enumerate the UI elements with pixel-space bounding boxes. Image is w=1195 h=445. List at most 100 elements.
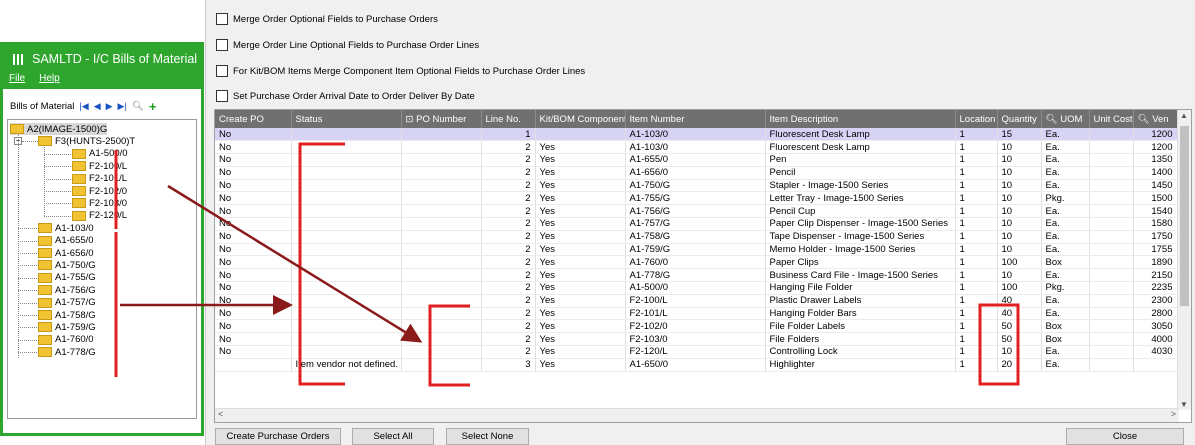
col-unit-cost[interactable]: Unit Cost bbox=[1089, 110, 1134, 128]
table-cell[interactable]: F2-100/L bbox=[625, 294, 766, 308]
table-cell[interactable]: No bbox=[215, 281, 292, 295]
table-cell[interactable]: 2 bbox=[481, 281, 536, 295]
table-cell[interactable]: 2 bbox=[481, 268, 536, 283]
table-row[interactable]: No 2 Yes A1-750/G Stapler - Image-1500 Serie… bbox=[215, 179, 1178, 193]
tree-node[interactable]: F2-103/0 bbox=[72, 197, 127, 209]
table-cell[interactable]: Ea. bbox=[1041, 166, 1090, 180]
table-cell[interactable] bbox=[291, 166, 402, 180]
table-cell[interactable] bbox=[401, 204, 482, 219]
checkbox[interactable] bbox=[216, 90, 228, 102]
table-cell[interactable]: A1-103/0 bbox=[625, 140, 766, 155]
table-cell[interactable]: File Folders bbox=[765, 332, 956, 347]
table-cell[interactable]: Ea. bbox=[1041, 268, 1090, 283]
menu-file[interactable]: File bbox=[9, 73, 25, 89]
scroll-up-icon[interactable]: ▲ bbox=[1180, 111, 1188, 120]
table-cell[interactable]: Box bbox=[1041, 255, 1090, 270]
table-cell[interactable]: 10 bbox=[997, 217, 1042, 231]
table-row[interactable]: No 2 Yes A1-760/0 Paper Clips 1 100 Box 1890 bbox=[215, 255, 1178, 270]
table-cell[interactable]: Ea. bbox=[1041, 140, 1090, 155]
table-cell[interactable]: No bbox=[215, 128, 292, 142]
tree-node[interactable]: A1-756/G bbox=[38, 284, 96, 296]
option-merge-component-fields[interactable]: For Kit/BOM Items Merge Component Item O… bbox=[216, 64, 585, 78]
table-cell[interactable]: A1-755/G bbox=[625, 191, 766, 206]
previous-record-icon[interactable]: ◀ bbox=[94, 101, 101, 112]
tree-node[interactable]: A2(IMAGE-1500)G bbox=[10, 123, 108, 135]
table-cell[interactable]: 100 bbox=[997, 255, 1042, 270]
table-cell[interactable] bbox=[1133, 358, 1178, 372]
table-cell[interactable]: 1 bbox=[955, 255, 998, 270]
table-cell[interactable]: Fluorescent Desk Lamp bbox=[765, 140, 956, 155]
table-cell[interactable]: Yes bbox=[535, 268, 626, 283]
table-cell[interactable] bbox=[401, 191, 482, 206]
table-cell[interactable]: No bbox=[215, 243, 292, 257]
table-cell[interactable]: 100 bbox=[997, 281, 1042, 295]
col-item-description[interactable]: Item Description bbox=[765, 110, 956, 128]
table-cell[interactable]: No bbox=[215, 179, 292, 193]
table-cell[interactable] bbox=[535, 128, 626, 142]
table-cell[interactable]: 10 bbox=[997, 140, 1042, 155]
table-cell[interactable]: Yes bbox=[535, 191, 626, 206]
table-cell[interactable]: 10 bbox=[997, 243, 1042, 257]
table-cell[interactable]: Ea. bbox=[1041, 230, 1090, 244]
table-cell[interactable] bbox=[215, 358, 292, 372]
table-cell[interactable]: Ea. bbox=[1041, 358, 1090, 372]
table-cell[interactable]: 1 bbox=[955, 230, 998, 244]
table-cell[interactable]: 10 bbox=[997, 166, 1042, 180]
col-uom[interactable]: 🔍︎ UOM bbox=[1041, 110, 1090, 128]
table-cell[interactable]: 1 bbox=[955, 358, 998, 372]
table-cell[interactable]: Controlling Lock bbox=[765, 345, 956, 359]
table-cell[interactable]: 1750 bbox=[1133, 230, 1178, 244]
table-cell[interactable]: Ea. bbox=[1041, 345, 1090, 359]
table-cell[interactable]: A1-656/0 bbox=[625, 166, 766, 180]
table-cell[interactable] bbox=[1089, 128, 1134, 142]
table-cell[interactable]: Highlighter bbox=[765, 358, 956, 372]
table-row[interactable]: No 2 Yes A1-755/G Letter Tray - Image-1500 S… bbox=[215, 191, 1178, 206]
table-cell[interactable]: 1 bbox=[955, 243, 998, 257]
table-cell[interactable]: 3 bbox=[481, 358, 536, 372]
table-cell[interactable] bbox=[401, 281, 482, 295]
table-cell[interactable]: 2 bbox=[481, 307, 536, 321]
table-cell[interactable] bbox=[291, 255, 402, 270]
table-cell[interactable]: Ea. bbox=[1041, 204, 1090, 219]
table-cell[interactable]: F2-103/0 bbox=[625, 332, 766, 347]
col-create-po[interactable]: Create PO bbox=[215, 110, 292, 128]
col-status[interactable]: Status bbox=[291, 110, 402, 128]
table-cell[interactable] bbox=[291, 191, 402, 206]
table-cell[interactable]: Yes bbox=[535, 281, 626, 295]
table-cell[interactable]: Ea. bbox=[1041, 243, 1090, 257]
table-cell[interactable]: A1-756/G bbox=[625, 204, 766, 219]
col-line-no[interactable]: Line No. bbox=[481, 110, 536, 128]
table-cell[interactable] bbox=[401, 243, 482, 257]
table-cell[interactable] bbox=[401, 140, 482, 155]
table-cell[interactable] bbox=[1089, 204, 1134, 219]
tree-node[interactable]: A1-500/0 bbox=[72, 148, 128, 160]
table-cell[interactable]: 1 bbox=[955, 294, 998, 308]
table-cell[interactable]: Item vendor not defined. bbox=[291, 358, 402, 372]
table-cell[interactable]: 1580 bbox=[1133, 217, 1178, 231]
table-cell[interactable]: 40 bbox=[997, 307, 1042, 321]
tree-node[interactable]: A1-656/0 bbox=[38, 247, 94, 259]
table-cell[interactable]: 1 bbox=[955, 307, 998, 321]
table-cell[interactable] bbox=[1089, 140, 1134, 155]
tree-node[interactable]: F2-101/L bbox=[72, 173, 127, 185]
table-cell[interactable]: 3050 bbox=[1133, 319, 1178, 334]
table-cell[interactable]: Yes bbox=[535, 319, 626, 334]
table-cell[interactable] bbox=[401, 179, 482, 193]
table-cell[interactable]: Pencil bbox=[765, 166, 956, 180]
table-cell[interactable]: Tape Dispenser - Image-1500 Series bbox=[765, 230, 956, 244]
table-cell[interactable]: Box bbox=[1041, 332, 1090, 347]
table-cell[interactable]: 1 bbox=[955, 128, 998, 142]
table-cell[interactable]: 1400 bbox=[1133, 166, 1178, 180]
select-none-button[interactable]: Select None bbox=[446, 428, 529, 445]
tree-node[interactable]: F2-100/L bbox=[72, 160, 127, 172]
table-cell[interactable]: 1 bbox=[955, 166, 998, 180]
table-cell[interactable]: A1-757/G bbox=[625, 217, 766, 231]
tree-node[interactable]: A1-758/G bbox=[38, 309, 96, 321]
table-cell[interactable]: 2 bbox=[481, 294, 536, 308]
table-cell[interactable] bbox=[291, 217, 402, 231]
table-cell[interactable]: 2 bbox=[481, 217, 536, 231]
table-cell[interactable] bbox=[1089, 243, 1134, 257]
table-row[interactable]: No 2 Yes A1-778/G Business Card File - Image… bbox=[215, 268, 1178, 283]
table-cell[interactable]: 1 bbox=[955, 179, 998, 193]
table-row[interactable]: No 2 Yes A1-756/G Pencil Cup 1 10 Ea. 1540 bbox=[215, 204, 1178, 219]
